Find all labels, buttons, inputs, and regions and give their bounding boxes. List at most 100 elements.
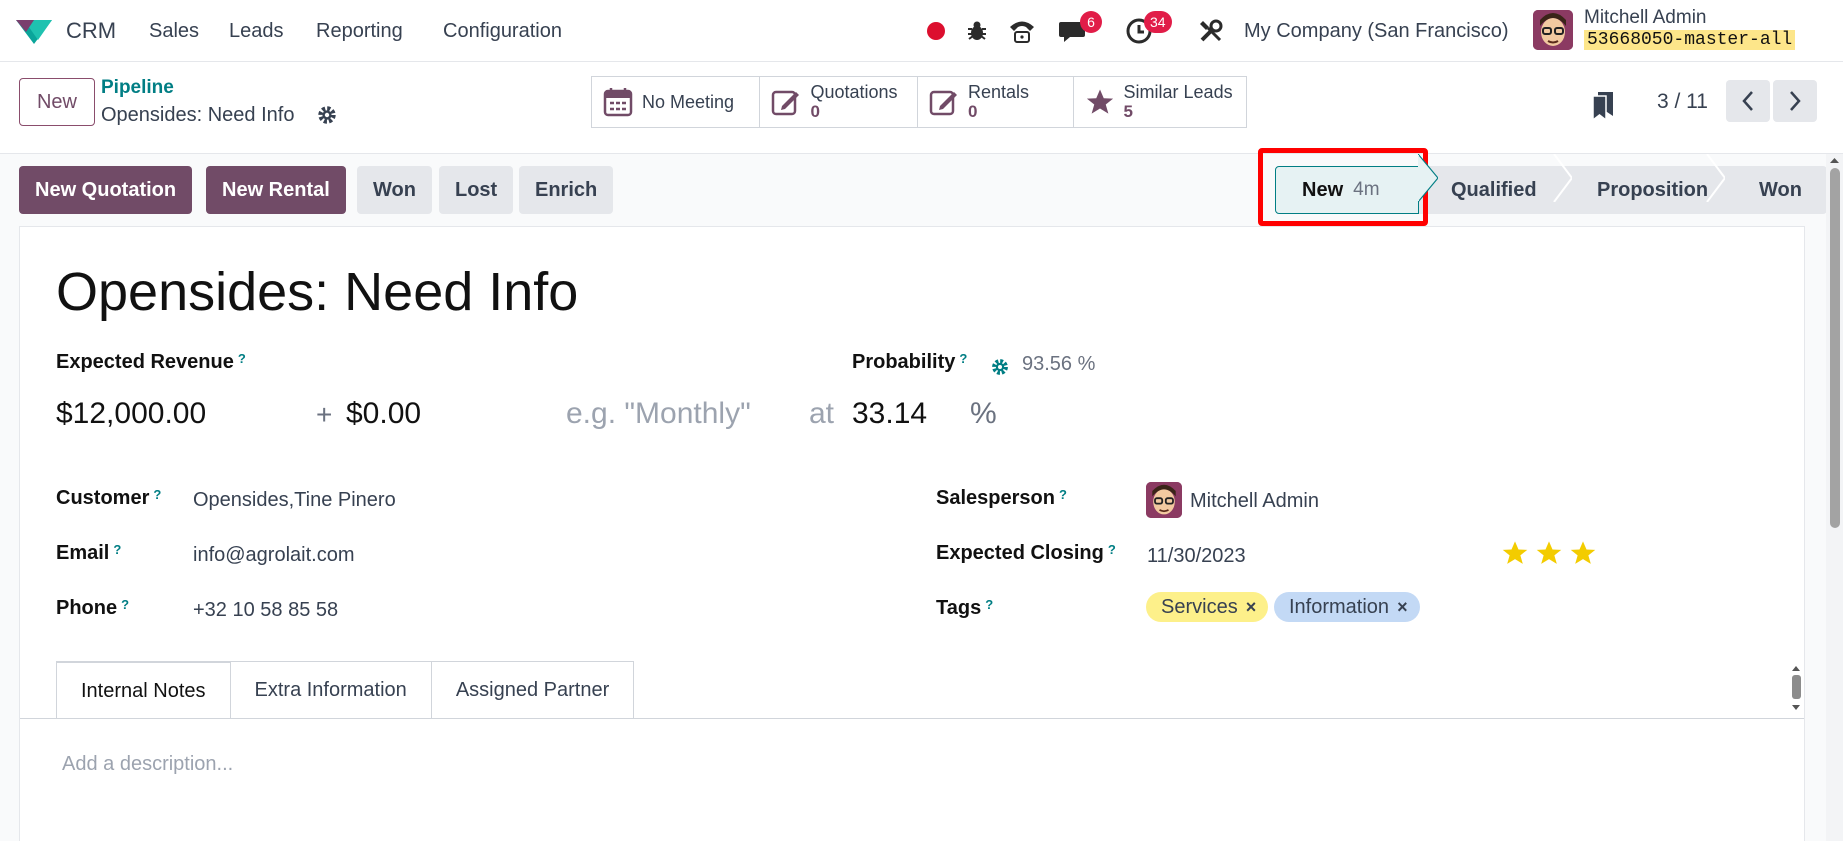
scroll-up-icon[interactable] [1789,663,1803,673]
expected-closing-label: Expected Closing? [936,542,1116,564]
stage-arrow-separator [1706,154,1725,202]
tag-information-label: Information [1289,595,1390,618]
description-field[interactable]: Add a description... [62,753,233,776]
help-icon[interactable]: ? [121,597,129,612]
help-icon[interactable]: ? [238,351,246,366]
record-icon[interactable] [921,16,951,46]
bookmark-icon[interactable] [1591,90,1615,120]
stage-proposition[interactable]: Proposition [1565,166,1727,214]
help-icon[interactable]: ? [1108,542,1116,557]
tabs-scroll-thumb[interactable] [1792,675,1801,699]
help-icon[interactable]: ? [985,597,993,612]
pager-previous-button[interactable] [1726,80,1770,122]
phone-label: Phone? [56,597,130,619]
stage-qualified[interactable]: Qualified [1419,166,1565,214]
new-rental-button[interactable]: New Rental [206,166,346,214]
tag-remove-icon[interactable]: × [1246,597,1257,618]
help-icon[interactable]: ? [113,542,121,557]
percent-sign: % [970,397,997,430]
smart-button-meetings[interactable]: No Meeting [592,77,761,127]
stage-arrow-active [1418,154,1438,202]
at-label: at [809,397,835,430]
priority-star-icon[interactable] [1569,539,1597,567]
enrich-button[interactable]: Enrich [519,166,614,214]
smart-button-quotations[interactable]: Quotations 0 [760,77,918,127]
app-name[interactable]: CRM [66,18,116,44]
smart-button-similar-leads[interactable]: Similar Leads 5 [1074,77,1246,127]
menu-leads[interactable]: Leads [229,20,284,43]
company-switcher[interactable]: My Company (San Francisco) [1244,20,1509,43]
salesperson-field[interactable]: Mitchell Admin [1190,490,1319,513]
customer-field[interactable]: Opensides,Tine Pinero [193,489,396,512]
salesperson-avatar [1146,482,1182,518]
tab-extra-information[interactable]: Extra Information [229,661,432,719]
recurring-revenue-field[interactable]: $0.00 [346,397,421,431]
expected-revenue-field[interactable]: $12,000.00 [56,397,206,431]
user-name[interactable]: Mitchell Admin [1584,7,1707,29]
salesperson-label: Salesperson? [936,487,1067,509]
help-icon[interactable]: ? [153,487,161,502]
phone-field[interactable]: +32 10 58 85 58 [193,599,338,622]
expected-closing-field[interactable]: 11/30/2023 [1147,545,1246,568]
priority-star-icon[interactable] [1501,539,1529,567]
debug-tools-icon[interactable] [1196,16,1226,46]
smart-label-rentals: Rentals [968,82,1030,102]
breadcrumb-pipeline[interactable]: Pipeline [101,77,174,99]
tag-services-label: Services [1161,595,1238,618]
probability-label: Probability? [852,351,968,373]
chevron-right-icon [1790,91,1801,111]
page-scroll-thumb[interactable] [1830,168,1840,528]
recurring-plan-field[interactable]: e.g. "Monthly" [566,397,751,431]
gear-icon[interactable] [316,104,338,126]
probability-field[interactable]: 33.14 [852,397,927,431]
edit-icon [928,86,960,118]
smart-value-similar-leads: 5 [1123,102,1133,121]
stage-arrow-separator [1553,154,1572,202]
calendar-icon [602,86,634,118]
email-label: Email? [56,542,122,564]
pager-value[interactable]: 3 / 11 [1657,90,1708,114]
star-icon [1084,86,1116,118]
crm-logo-icon[interactable] [14,14,54,46]
help-icon[interactable]: ? [1059,487,1067,502]
menu-sales[interactable]: Sales [149,20,199,43]
smart-label-meetings: No Meeting [642,91,735,112]
gear-icon[interactable] [990,357,1010,377]
messages-count-badge: 6 [1080,11,1102,33]
new-record-button[interactable]: New [19,78,95,126]
tag-services[interactable]: Services × [1146,592,1269,622]
highlight-box [1258,148,1428,226]
activities-count-badge: 34 [1144,11,1172,33]
user-avatar[interactable] [1533,10,1573,50]
bug-icon[interactable] [962,16,992,46]
priority-star-icon[interactable] [1535,539,1563,567]
menu-configuration[interactable]: Configuration [443,20,562,43]
pager-next-button[interactable] [1773,80,1817,122]
smart-button-rentals[interactable]: Rentals 0 [918,77,1074,127]
lost-button[interactable]: Lost [439,166,514,214]
new-quotation-button[interactable]: New Quotation [19,166,193,214]
tab-internal-notes[interactable]: Internal Notes [56,661,231,719]
won-button[interactable]: Won [357,166,432,214]
tag-information[interactable]: Information × [1274,592,1420,622]
control-panel: New Pipeline Opensides: Need Info No Mee… [0,62,1843,154]
tabs-scrollbar[interactable] [1789,663,1803,713]
scroll-up-icon[interactable] [1826,154,1843,166]
form-sheet: Opensides: Need Info Expected Revenue? $… [19,226,1805,841]
smart-buttons: No Meeting Quotations 0 Rentals 0 Simila… [591,76,1247,128]
probability-auto: 93.56 % [1022,353,1096,375]
phone-icon[interactable] [1007,16,1037,46]
menu-reporting[interactable]: Reporting [316,20,403,43]
scroll-down-icon[interactable] [1789,703,1803,713]
lead-title[interactable]: Opensides: Need Info [56,261,578,323]
stage-won[interactable]: Won [1727,166,1827,214]
expected-revenue-label: Expected Revenue? [56,351,246,373]
tab-assigned-partner[interactable]: Assigned Partner [430,661,635,719]
page-scrollbar[interactable] [1826,154,1843,841]
chevron-left-icon [1742,91,1753,111]
email-field[interactable]: info@agrolait.com [193,544,354,567]
stage-won-label: Won [1759,178,1802,201]
tag-remove-icon[interactable]: × [1397,597,1408,618]
help-icon[interactable]: ? [959,351,967,366]
smart-value-quotations: 0 [810,102,820,121]
